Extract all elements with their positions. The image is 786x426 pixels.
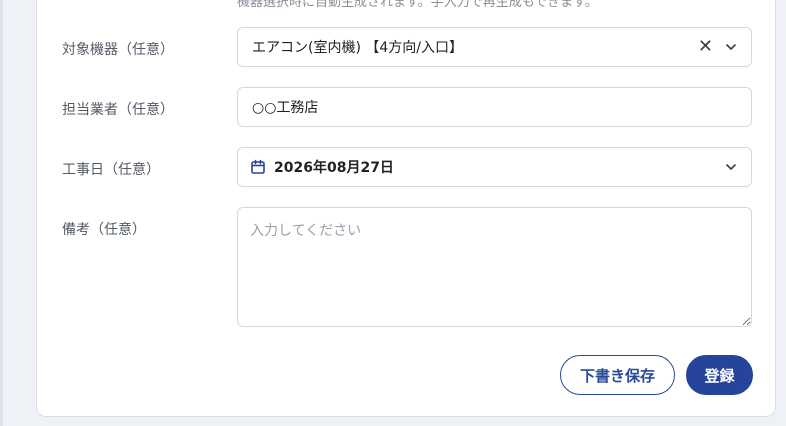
work-date-value: 2026年08月27日 xyxy=(274,160,394,176)
device-select-value: エアコン(室内機) 【4方向/入口】 xyxy=(252,40,463,56)
page: 機器選択時に自動生成されます。手入力で再生成もできます。 対象機器（任意） エア… xyxy=(0,0,786,426)
left-edge xyxy=(0,0,3,426)
contractor-input-value: ○○工務店 xyxy=(252,100,319,116)
submit-button[interactable]: 登録 xyxy=(686,355,753,395)
work-date-picker[interactable]: 2026年08月27日 xyxy=(237,147,752,187)
contractor-input[interactable]: ○○工務店 xyxy=(237,87,752,127)
form-card: 機器選択時に自動生成されます。手入力で再生成もできます。 対象機器（任意） エア… xyxy=(36,0,776,417)
helper-text: 機器選択時に自動生成されます。手入力で再生成もできます。 xyxy=(237,0,598,10)
notes-textarea[interactable] xyxy=(237,207,752,327)
chevron-down-icon[interactable] xyxy=(725,161,737,173)
calendar-icon xyxy=(250,159,266,175)
contractor-label: 担当業者（任意） xyxy=(62,102,174,118)
chevron-down-icon[interactable] xyxy=(725,41,737,53)
device-label: 対象機器（任意） xyxy=(62,42,174,58)
device-select[interactable]: エアコン(室内機) 【4方向/入口】 ✕ xyxy=(237,27,752,67)
work-date-label: 工事日（任意） xyxy=(62,162,160,178)
notes-label: 備考（任意） xyxy=(62,222,146,238)
clear-icon[interactable]: ✕ xyxy=(698,38,713,56)
save-draft-button[interactable]: 下書き保存 xyxy=(560,355,675,395)
